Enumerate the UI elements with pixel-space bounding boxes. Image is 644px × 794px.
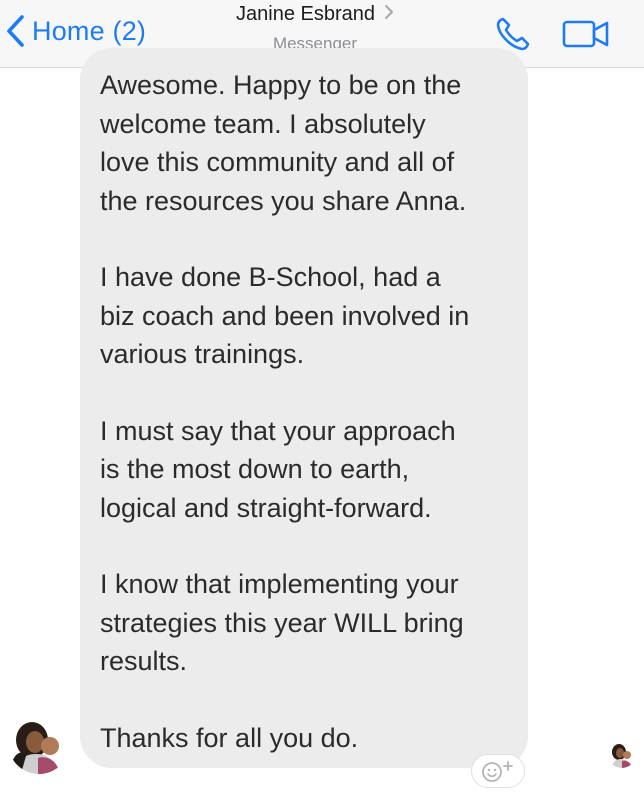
add-reaction-button[interactable] (471, 754, 525, 788)
message-paragraph: Awesome. Happy to be on the welcome team… (100, 70, 467, 216)
add-reaction-icon (472, 761, 526, 793)
message-paragraph: I must say that your approach is the mos… (100, 415, 456, 523)
message-paragraph: Thanks for all you do. (100, 722, 359, 753)
video-camera-icon (562, 20, 610, 54)
message-bubble[interactable]: Awesome. Happy to be on the welcome team… (80, 48, 528, 768)
seen-avatar (608, 740, 636, 768)
message-paragraph: I have done B-School, had a biz coach an… (100, 262, 470, 369)
chevron-right-icon (384, 4, 394, 25)
conversation-title: Janine Esbrand Messenger (190, 0, 440, 54)
back-label: Home (2) (32, 15, 147, 46)
sender-avatar[interactable] (8, 712, 70, 774)
contact-name: Janine Esbrand (236, 3, 375, 25)
contact-details-button[interactable]: Janine Esbrand (236, 3, 394, 26)
message-paragraph: I know that implementing your strategies… (100, 569, 464, 676)
video-call-button[interactable] (562, 18, 610, 50)
chevron-left-icon (4, 14, 26, 48)
back-button[interactable]: Home (2) (4, 10, 146, 52)
